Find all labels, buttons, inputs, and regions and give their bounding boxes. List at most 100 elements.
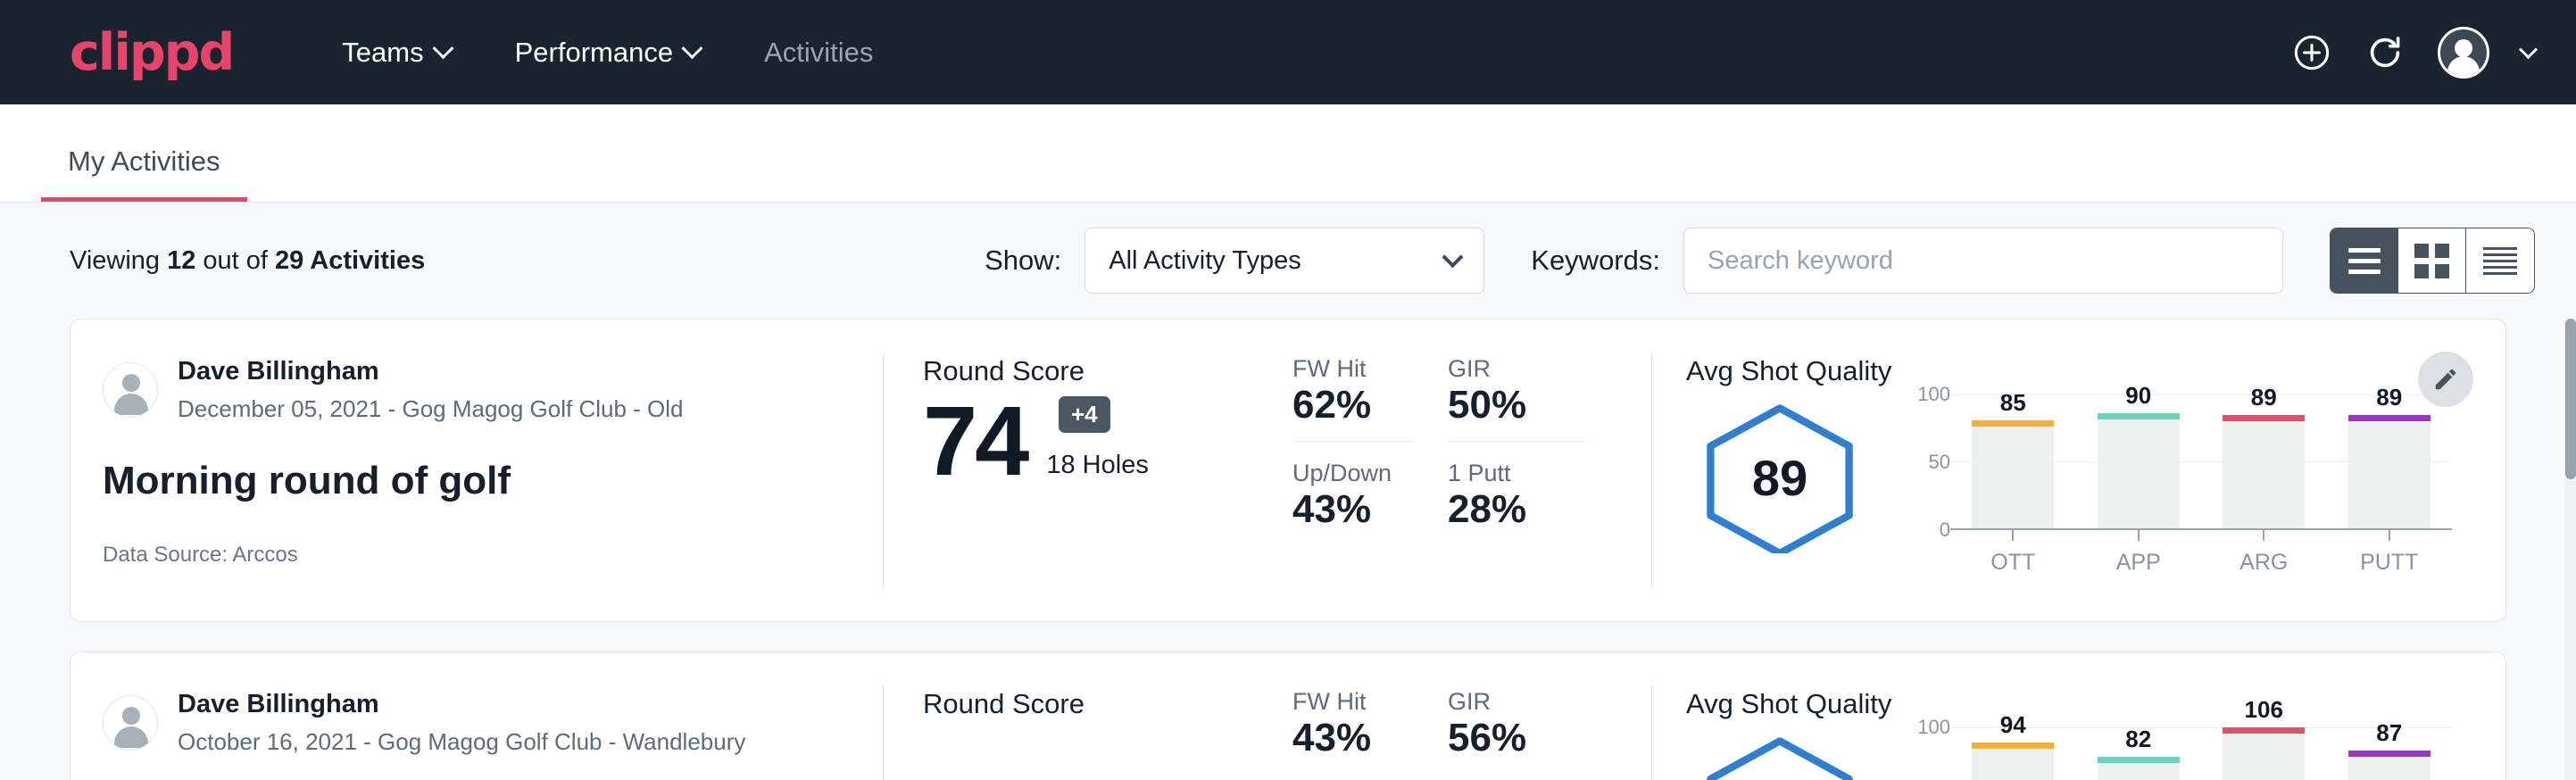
- x-label-app: APP: [2098, 530, 2180, 576]
- activity-card[interactable]: Dave Billingham December 05, 2021 - Gog …: [70, 319, 2506, 622]
- nav-item-performance-label: Performance: [515, 37, 673, 69]
- bar-app-body: 82: [2098, 762, 2180, 780]
- refresh-icon[interactable]: [2364, 32, 2406, 73]
- primary-nav: Teams Performance Activities: [310, 37, 905, 69]
- avg-shot-quality-body: 100 50 0 94: [1686, 727, 2452, 780]
- avg-shot-quality-section: Avg Shot Quality 100 50 0: [1652, 652, 2505, 780]
- x-axis-gutter: [1900, 530, 1950, 576]
- bar-ott-value: 85: [1972, 389, 2054, 417]
- vertical-scrollbar[interactable]: [2565, 319, 2576, 780]
- viewing-total: 29 Activities: [275, 246, 425, 275]
- bar-arg-cap: [2223, 415, 2305, 421]
- bar-ott: 94: [1972, 727, 2054, 780]
- activity-summary: Dave Billingham December 05, 2021 - Gog …: [71, 319, 883, 621]
- view-mode-grid-button[interactable]: [2398, 228, 2466, 293]
- chevron-down-icon: [432, 37, 453, 59]
- bar-app: 82: [2098, 727, 2180, 780]
- chart-y-axis: 100 50 0: [1900, 727, 1950, 780]
- stat-gir: GIR 56%: [1448, 688, 1591, 761]
- round-score-section: Round Score: [884, 652, 1276, 780]
- stat-fw-hit-label: FW Hit: [1292, 688, 1414, 716]
- filter-bar: Viewing 12 out of 29 Activities Show: Al…: [0, 203, 2576, 319]
- activity-user: Dave Billingham October 16, 2021 - Gog M…: [103, 688, 861, 758]
- bar-arg-body: 106: [2223, 733, 2305, 780]
- x-label-app-text: APP: [2098, 550, 2180, 576]
- top-navbar: clippd Teams Performance Activities: [0, 0, 2576, 104]
- stat-one-putt-value: 28%: [1448, 487, 1591, 533]
- navbar-actions: [2291, 27, 2535, 79]
- hexagon-icon: [1695, 734, 1865, 780]
- bar-arg-value: 89: [2223, 384, 2305, 411]
- y-tick-100: 100: [1917, 383, 1950, 406]
- search-input[interactable]: [1683, 228, 2283, 294]
- avatar[interactable]: [2438, 27, 2489, 79]
- activity-type-select[interactable]: All Activity Types: [1084, 228, 1484, 294]
- clippd-logo[interactable]: clippd: [70, 23, 233, 82]
- y-tick-100: 100: [1917, 716, 1950, 739]
- bars-area: 94 82: [1950, 727, 2452, 780]
- divider: [1292, 441, 1414, 442]
- stat-one-putt-label: 1 Putt: [1448, 460, 1591, 487]
- bar-app: 90: [2098, 394, 2180, 528]
- bar-arg: 106: [2223, 727, 2305, 780]
- user-name: Dave Billingham: [178, 688, 745, 722]
- stat-gir-value: 50%: [1448, 383, 1591, 428]
- score-differential-badge: +4: [1059, 396, 1110, 433]
- stat-fw-hit-label: FW Hit: [1292, 355, 1414, 383]
- nav-item-activities-label: Activities: [764, 37, 873, 69]
- nav-item-teams[interactable]: Teams: [310, 37, 482, 69]
- view-mode-compact-button[interactable]: [2466, 228, 2534, 293]
- bar-ott: 85: [1972, 394, 2054, 528]
- avatar: [103, 695, 158, 751]
- compact-view-icon: [2483, 247, 2517, 275]
- bar-app-value: 82: [2098, 726, 2180, 753]
- tab-bar: My Activities: [0, 104, 2576, 203]
- x-tick: [2138, 530, 2140, 541]
- avg-shot-quality-label: Avg Shot Quality: [1686, 688, 2452, 720]
- avatar-head: [122, 707, 140, 725]
- avg-shot-quality-section: Avg Shot Quality 89 100 50 0: [1652, 319, 2505, 621]
- show-label: Show:: [985, 245, 1061, 277]
- round-score-label: Round Score: [923, 355, 1276, 387]
- viewing-count: 12: [167, 246, 195, 275]
- x-label-ott: OTT: [1972, 530, 2054, 576]
- scrollbar-thumb[interactable]: [2565, 319, 2576, 479]
- view-mode-toggle: [2330, 228, 2535, 294]
- nav-item-activities[interactable]: Activities: [732, 37, 905, 69]
- chevron-down-icon[interactable]: [2519, 40, 2538, 59]
- x-labels: OTT APP ARG: [1950, 530, 2452, 576]
- plus-circle-icon[interactable]: [2291, 32, 2332, 73]
- chart-plot-area: 100 50 0 94: [1874, 727, 2452, 780]
- activity-data-source: Data Source: Arccos: [103, 543, 861, 568]
- x-tick: [2263, 530, 2264, 541]
- bar-ott-cap: [1972, 743, 2054, 749]
- bar-arg-body: 89: [2223, 420, 2305, 529]
- user-name: Dave Billingham: [178, 355, 684, 389]
- x-tick: [2012, 530, 2014, 541]
- x-label-ott-text: OTT: [1972, 550, 2054, 576]
- activity-user-text: Dave Billingham December 05, 2021 - Gog …: [178, 355, 684, 425]
- chevron-down-icon: [1442, 246, 1464, 268]
- chart-bars: 85 90: [1950, 394, 2452, 530]
- grid-view-icon: [2414, 244, 2449, 278]
- bar-putt-cap: [2348, 751, 2431, 757]
- nav-item-performance[interactable]: Performance: [483, 37, 732, 69]
- tab-my-activities[interactable]: My Activities: [41, 145, 247, 202]
- stat-gir-label: GIR: [1448, 355, 1591, 383]
- avg-shot-quality-label: Avg Shot Quality: [1686, 355, 2452, 387]
- bar-app-cap: [2098, 413, 2180, 419]
- view-mode-list-button[interactable]: [2331, 228, 2398, 293]
- nav-item-teams-label: Teams: [342, 37, 423, 69]
- pencil-icon: [2432, 366, 2459, 393]
- y-tick-50: 50: [1929, 451, 1950, 474]
- bars-area: 85 90: [1950, 394, 2452, 528]
- chart-bars: 94 82: [1950, 727, 2452, 780]
- bar-putt: 87: [2348, 727, 2431, 780]
- bar-ott-cap: [1972, 420, 2054, 427]
- stats-section: FW Hit 62% GIR 50% Up/Down 43% 1 Putt 28…: [1276, 319, 1651, 621]
- activity-card[interactable]: Dave Billingham October 16, 2021 - Gog M…: [70, 651, 2506, 780]
- avatar-head: [2455, 39, 2472, 57]
- shot-quality-chart: 100 50 0 85: [1874, 394, 2452, 576]
- stats-grid: FW Hit 43% GIR 56%: [1292, 688, 1651, 761]
- edit-activity-button[interactable]: [2418, 352, 2473, 407]
